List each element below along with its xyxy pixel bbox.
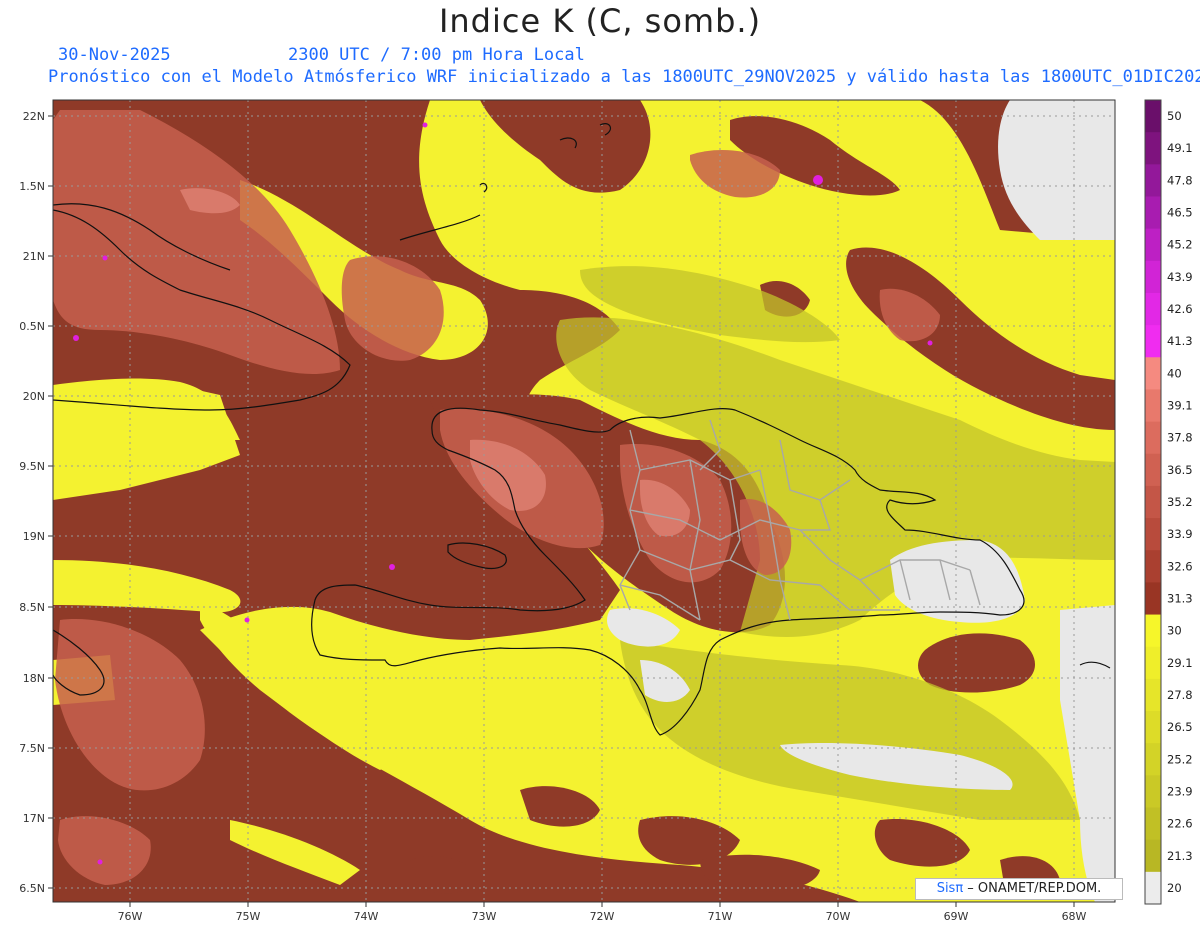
credit-box: Sisπ – ONAMET/REP.DOM. [915,878,1123,900]
longitude-label: 70W [826,910,851,923]
colorbar-swatch [1145,132,1161,165]
colorbar-label: 50 [1167,109,1182,123]
latitude-labels: 22N 1.5N 21N 0.5N 20N 9.5N 19N 8.5N 18N 7.5N 17N 6.… [19,110,53,895]
colorbar-swatch [1145,389,1161,423]
colorbar-swatch [1145,164,1161,197]
colorbar-label: 49.1 [1167,141,1193,155]
colorbar-swatch [1145,646,1161,680]
colorbar-label: 32.6 [1167,559,1193,573]
colorbar: 50 49.1 47.8 46.5 45.2 43.9 42.6 41.3 40 39.1 37.8… [1144,99,1193,905]
latitude-label: 20N [23,390,45,403]
colorbar-label: 22.6 [1167,817,1193,831]
colorbar-swatch [1145,614,1161,648]
longitude-label: 68W [1062,910,1087,923]
longitude-label: 69W [944,910,969,923]
latitude-label: 22N [23,110,45,123]
colorbar-swatch [1145,325,1161,358]
colorbar-label: 37.8 [1167,431,1193,445]
longitude-label: 73W [472,910,497,923]
colorbar-swatch [1145,839,1161,873]
colorbar-swatch [1145,196,1161,230]
colorbar-swatch [1145,228,1161,262]
colorbar-swatch [1145,292,1161,326]
latitude-label: 18N [23,672,45,685]
latitude-label: 19N [23,530,45,543]
colorbar-label: 25.2 [1167,752,1193,766]
colorbar-label: 45.2 [1167,238,1193,252]
latitude-label: 0.5N [19,320,45,333]
colorbar-swatch [1145,678,1161,712]
colorbar-swatch [1145,871,1161,905]
colorbar-swatch [1145,421,1161,455]
colorbar-swatch [1145,260,1161,294]
colorbar-swatch [1145,550,1161,583]
colorbar-swatch [1145,807,1161,841]
colorbar-swatch [1145,775,1161,809]
credit-text: – ONAMET/REP.DOM. [963,881,1102,896]
colorbar-label: 26.5 [1167,720,1193,734]
longitude-label: 71W [708,910,733,923]
longitude-label: 76W [118,910,143,923]
colorbar-swatch [1145,357,1161,390]
k-index-map: 76W 75W 74W 73W 72W 71W 70W 69W 68W 22N 1.5N 21N 0.… [19,99,1193,923]
latitude-label: 6.5N [19,882,45,895]
sispi-logo: Sisπ [936,881,964,896]
latitude-label: 8.5N [19,601,45,614]
colorbar-swatch [1145,453,1161,487]
colorbar-label: 23.9 [1167,784,1193,798]
latitude-label: 21N [23,250,45,263]
latitude-label: 1.5N [19,180,45,193]
colorbar-label: 21.3 [1167,849,1193,863]
colorbar-label: 36.5 [1167,463,1193,477]
colorbar-label: 46.5 [1167,206,1193,220]
longitude-labels: 76W 75W 74W 73W 72W 71W 70W 69W 68W [118,902,1087,923]
colorbar-swatch [1145,743,1161,776]
colorbar-label: 29.1 [1167,656,1193,670]
colorbar-label: 30 [1167,624,1182,638]
colorbar-label: 20 [1167,881,1182,895]
colorbar-swatch [1145,485,1161,519]
latitude-label: 17N [23,812,45,825]
colorbar-swatch [1145,518,1161,551]
colorbar-label: 40 [1167,366,1182,380]
colorbar-label: 33.9 [1167,527,1193,541]
colorbar-label: 39.1 [1167,399,1193,413]
colorbar-label: 42.6 [1167,302,1193,316]
colorbar-label: 41.3 [1167,334,1193,348]
colorbar-label: 47.8 [1167,173,1193,187]
map-field [53,100,1115,902]
colorbar-swatch [1145,582,1161,616]
latitude-label: 9.5N [19,460,45,473]
colorbar-label: 35.2 [1167,495,1193,509]
latitude-label: 7.5N [19,742,45,755]
longitude-label: 72W [590,910,615,923]
colorbar-swatch [1145,711,1161,744]
colorbar-label: 27.8 [1167,688,1193,702]
colorbar-label: 43.9 [1167,270,1193,284]
colorbar-label: 31.3 [1167,591,1193,605]
colorbar-swatch [1145,100,1161,133]
longitude-label: 75W [236,910,261,923]
longitude-label: 74W [354,910,379,923]
